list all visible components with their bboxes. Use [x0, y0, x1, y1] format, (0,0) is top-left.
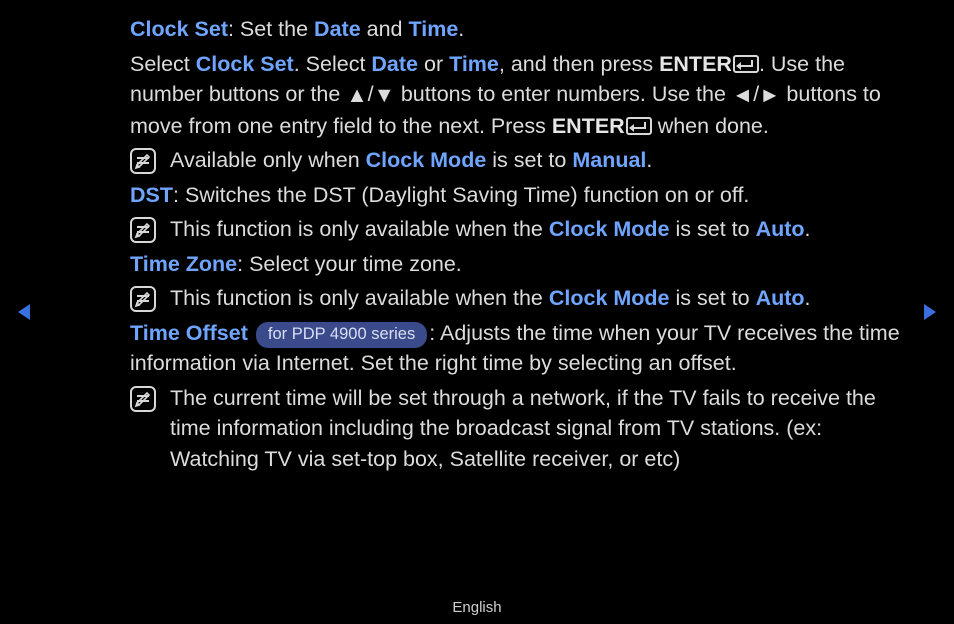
timeoffset-line: Time Offset for PDP 4900 series: Adjusts… [130, 318, 906, 379]
footer-language: English [0, 599, 954, 616]
note-dst-auto: This function is only available when the… [130, 214, 906, 245]
note-timezone-auto: This function is only available when the… [130, 283, 906, 314]
clock-set-heading: Clock Set: Set the Date and Time. [130, 14, 906, 45]
term-timeoffset: Time Offset [130, 321, 248, 345]
term-date: Date [314, 17, 361, 41]
enter-label: ENTER [659, 52, 732, 76]
timezone-line: Time Zone: Select your time zone. [130, 249, 906, 280]
note-clock-mode-manual: Available only when Clock Mode is set to… [130, 145, 906, 176]
term-dst: DST [130, 183, 173, 207]
nav-next-button[interactable] [919, 302, 939, 322]
left-arrow-icon: ◄ [732, 80, 753, 111]
term-timezone: Time Zone [130, 252, 237, 276]
up-arrow-icon: ▲ [346, 80, 367, 111]
note-network-time: The current time will be set through a n… [130, 383, 906, 475]
note-icon [130, 148, 156, 174]
down-arrow-icon: ▼ [374, 80, 395, 111]
nav-prev-button[interactable] [15, 302, 35, 322]
note-icon [130, 386, 156, 412]
clock-set-paragraph: Select Clock Set. Select Date or Time, a… [130, 49, 906, 142]
term-clock-set: Clock Set [130, 17, 228, 41]
enter-icon [733, 55, 759, 73]
manual-page-content: Clock Set: Set the Date and Time. Select… [130, 14, 906, 478]
term-time: Time [408, 17, 458, 41]
pdp-badge: for PDP 4900 series [256, 322, 427, 348]
dst-line: DST: Switches the DST (Daylight Saving T… [130, 180, 906, 211]
note-icon [130, 286, 156, 312]
right-arrow-icon: ► [759, 80, 780, 111]
enter-icon [626, 117, 652, 135]
note-icon [130, 217, 156, 243]
